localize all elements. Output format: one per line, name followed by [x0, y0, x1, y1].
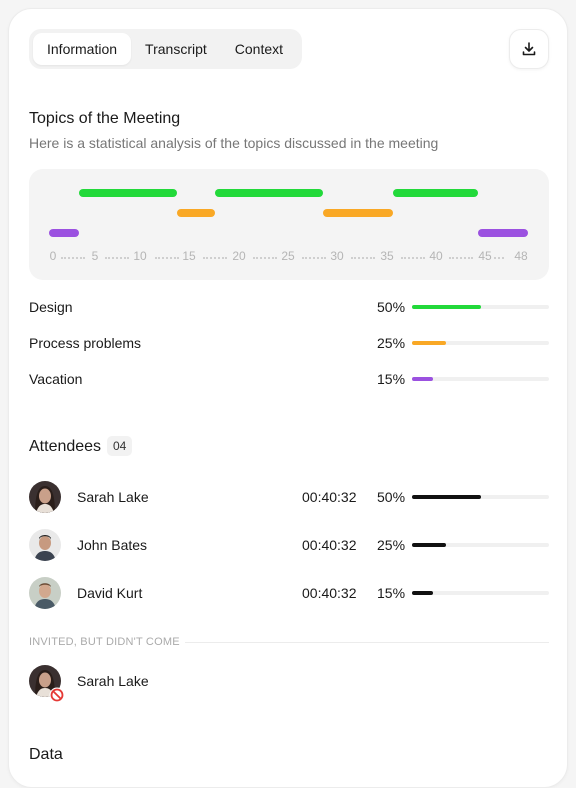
bar-fill: [412, 495, 481, 499]
axis-tick: 35: [380, 249, 394, 263]
topic-percent: 25%: [377, 335, 406, 351]
attendees-count-badge: 04: [107, 436, 133, 456]
attendee-bar: [412, 495, 549, 499]
meeting-info-panel: Information Transcript Context Topics of…: [8, 8, 568, 788]
timeline-segment-process: [323, 209, 393, 217]
topics-timeline: 0 5 10 15 20 25 30 35 40 45 48: [29, 169, 549, 280]
axis-tick: 40: [429, 249, 443, 263]
attendee-bar: [412, 543, 549, 547]
bar-fill: [412, 377, 433, 381]
tab-bar: Information Transcript Context: [29, 29, 302, 69]
topic-row: Vacation 15%: [29, 367, 549, 391]
axis-tick: 20: [232, 249, 246, 263]
topic-bar: [412, 341, 549, 345]
topic-row: Design 50%: [29, 295, 549, 319]
bar-fill: [412, 591, 433, 595]
tab-context[interactable]: Context: [221, 33, 297, 65]
topic-row: Process problems 25%: [29, 331, 549, 355]
avatar: [29, 577, 61, 609]
attendees-title: Attendees: [29, 438, 102, 455]
attendee-time: 00:40:32: [302, 489, 357, 505]
topics-subtitle: Here is a statistical analysis of the to…: [29, 135, 439, 151]
timeline-segment-design: [79, 189, 177, 197]
topic-name: Process problems: [29, 335, 142, 351]
avatar: [29, 529, 61, 561]
timeline-segment-process: [177, 209, 215, 217]
tab-transcript[interactable]: Transcript: [131, 33, 221, 65]
timeline-segment-design: [215, 189, 323, 197]
data-section-title: Data: [29, 746, 63, 763]
avatar: [29, 481, 61, 513]
timeline-segment-vacation: [478, 229, 528, 237]
topic-percent: 15%: [377, 371, 406, 387]
axis-tick: 30: [330, 249, 344, 263]
topic-bar: [412, 377, 549, 381]
timeline-segment-design: [393, 189, 478, 197]
bar-fill: [412, 341, 447, 345]
topics-title: Topics of the Meeting: [29, 110, 181, 127]
timeline-axis: 0 5 10 15 20 25 30 35 40 45 48: [29, 249, 549, 265]
topic-percent: 50%: [377, 299, 406, 315]
topic-name: Design: [29, 299, 73, 315]
axis-tick: 5: [91, 249, 99, 263]
attendee-percent: 25%: [377, 537, 406, 553]
not-attended-icon: [49, 687, 65, 703]
divider: [185, 642, 549, 643]
bar-fill: [412, 305, 481, 309]
download-icon: [522, 42, 536, 56]
absent-attendee-row[interactable]: Sarah Lake: [29, 665, 549, 703]
attendee-row[interactable]: David Kurt 00:40:32 15%: [29, 577, 549, 609]
attendee-percent: 15%: [377, 585, 406, 601]
topic-bar: [412, 305, 549, 309]
attendee-time: 00:40:32: [302, 537, 357, 553]
axis-tick: 15: [182, 249, 196, 263]
attendee-name: David Kurt: [77, 585, 143, 601]
attendee-name: John Bates: [77, 537, 148, 553]
attendee-row[interactable]: Sarah Lake 00:40:32 50%: [29, 481, 549, 513]
timeline-segment-vacation: [49, 229, 79, 237]
attendee-bar: [412, 591, 549, 595]
tab-information[interactable]: Information: [33, 33, 132, 65]
attendee-name: Sarah Lake: [77, 489, 149, 505]
axis-tick: 10: [133, 249, 147, 263]
invited-absent-label: INVITED, BUT DIDN'T COME: [29, 636, 180, 648]
absent-attendee-name: Sarah Lake: [77, 673, 149, 689]
attendee-time: 00:40:32: [302, 585, 357, 601]
download-button[interactable]: [509, 29, 549, 69]
axis-tick: 0: [49, 249, 57, 263]
axis-tick: 25: [281, 249, 295, 263]
attendee-percent: 50%: [377, 489, 406, 505]
axis-tick: 45: [478, 249, 492, 263]
attendee-row[interactable]: John Bates 00:40:32 25%: [29, 529, 549, 561]
topic-name: Vacation: [29, 371, 83, 387]
axis-tick: 48: [514, 249, 528, 263]
bar-fill: [412, 543, 447, 547]
